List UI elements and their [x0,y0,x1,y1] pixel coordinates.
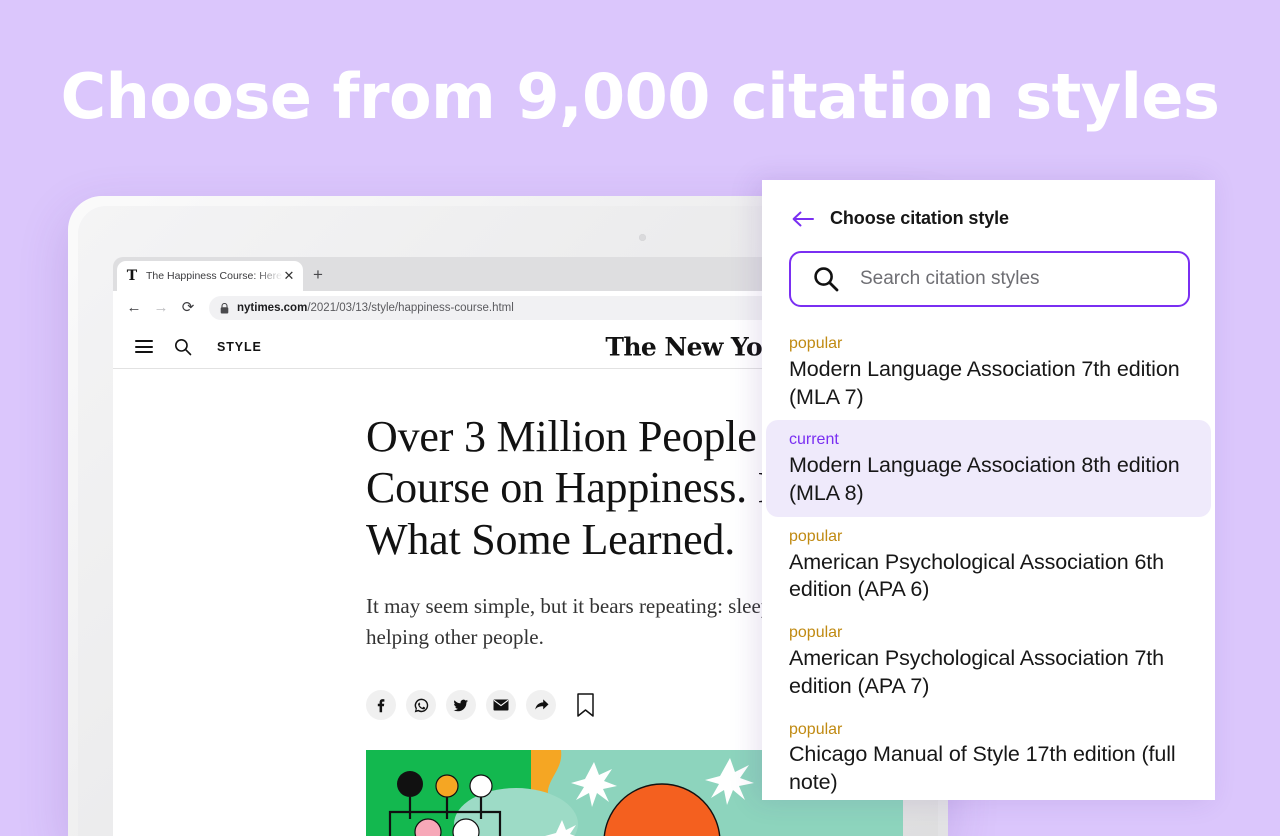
status-badge: popular [789,527,843,545]
camera-icon [639,234,646,241]
list-item[interactable]: popular Chicago Manual of Style 17th edi… [766,710,1211,800]
whatsapp-icon[interactable] [406,690,436,721]
url-path: /2021/03/13/style/happiness-course.html [307,302,514,314]
tab-title: The Happiness Course: Here W [146,270,283,282]
panel-header: Choose citation style [762,180,1215,229]
facebook-icon[interactable] [366,690,396,721]
citation-style-name: Modern Language Association 8th edition … [789,453,1180,505]
citation-style-name: American Psychological Association 7th e… [789,646,1165,698]
citation-style-name: Modern Language Association 7th edition … [789,356,1180,409]
list-item[interactable]: popular American Psychological Associati… [766,613,1211,709]
citation-style-list: popular Modern Language Association 7th … [762,324,1215,800]
back-button[interactable]: ← [122,296,146,320]
hamburger-icon[interactable] [135,340,153,353]
nyt-section-label[interactable]: STYLE [217,340,262,354]
url-domain: nytimes.com [237,302,308,314]
close-icon[interactable]: ✕ [283,269,295,282]
citation-style-panel: Choose citation style Search citation st… [762,180,1215,800]
bookmark-icon[interactable] [574,690,596,720]
back-arrow-icon[interactable] [792,211,814,227]
page-title: Choose from 9,000 citation styles [60,60,1220,133]
twitter-icon[interactable] [446,690,476,721]
new-tab-button[interactable]: + [309,266,327,284]
list-item[interactable]: current Modern Language Association 8th … [766,420,1211,517]
status-badge: popular [789,720,843,738]
status-badge: popular [789,335,843,352]
search-placeholder: Search citation styles [860,268,1040,289]
nyt-t-favicon: T [126,268,138,284]
list-item[interactable]: popular Modern Language Association 7th … [766,324,1211,420]
lock-icon [220,302,229,313]
email-icon[interactable] [486,690,516,721]
citation-style-name: American Psychological Association 6th e… [789,549,1165,602]
url-text: nytimes.com/2021/03/13/style/happiness-c… [237,302,514,314]
list-item[interactable]: popular American Psychological Associati… [766,517,1211,613]
search-icon[interactable] [174,338,192,356]
share-arrow-icon[interactable] [526,690,556,721]
panel-title: Choose citation style [830,208,1009,228]
search-icon [814,267,839,292]
status-badge: current [789,431,839,449]
reload-button[interactable]: ⟳ [176,296,200,320]
citation-style-name: Chicago Manual of Style 17th edition (fu… [789,742,1176,795]
search-input[interactable]: Search citation styles [789,251,1190,307]
status-badge: popular [789,624,843,642]
browser-tab[interactable]: T The Happiness Course: Here W ✕ [117,261,303,291]
forward-button[interactable]: → [149,296,173,320]
